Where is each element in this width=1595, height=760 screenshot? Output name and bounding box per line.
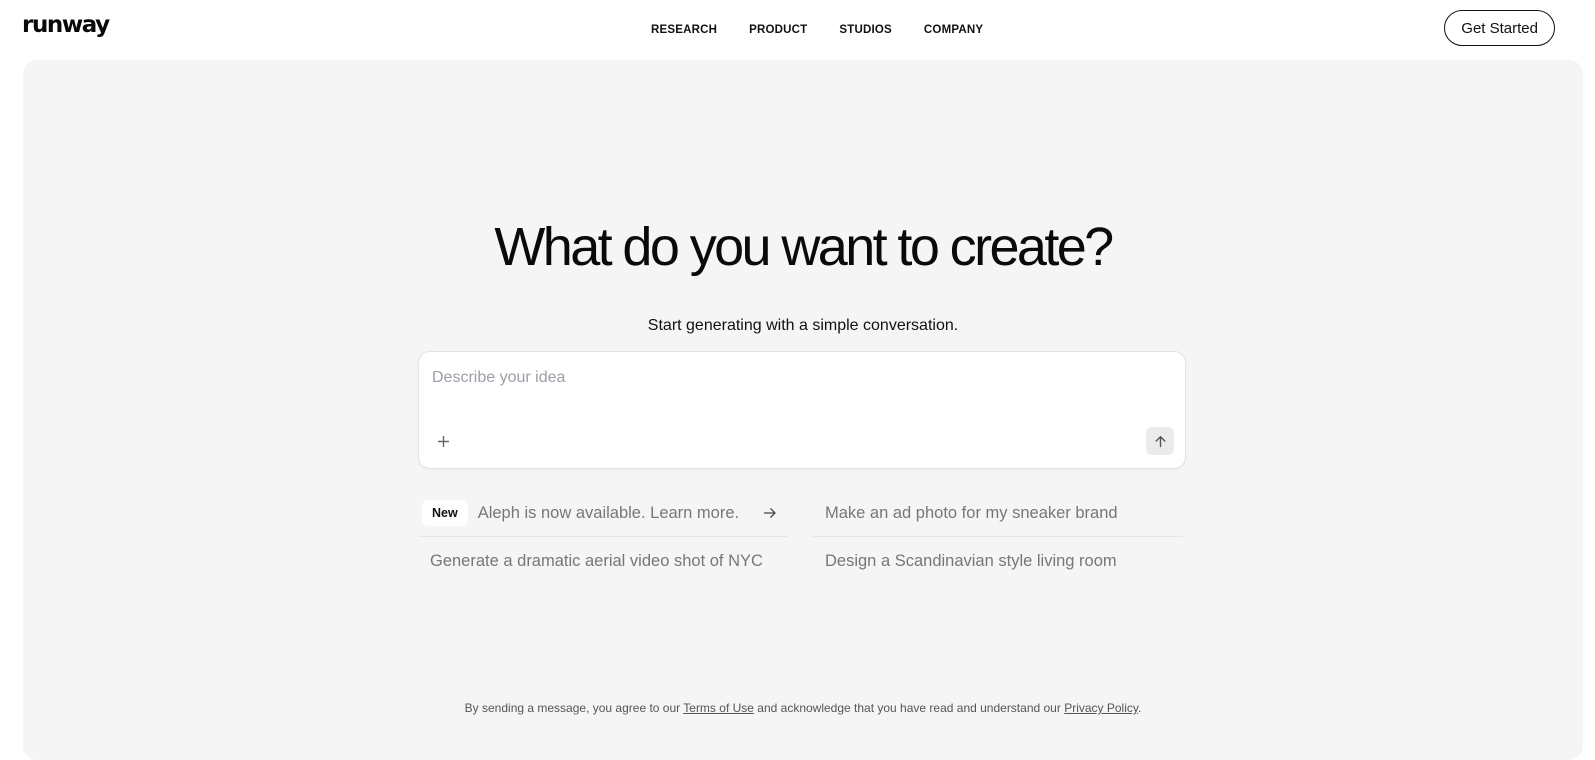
top-navigation-bar: runway RESEARCH PRODUCT STUDIOS COMPANY … [0, 0, 1595, 60]
announcement-text: Aleph is now available. Learn more. [477, 503, 740, 522]
legal-text-middle: and acknowledge that you have read and u… [753, 701, 1065, 715]
suggestion-item[interactable]: Generate a dramatic aerial video shot of… [418, 538, 788, 585]
privacy-policy-link[interactable]: Privacy Policy [1064, 701, 1138, 715]
add-attachment-button[interactable] [434, 432, 452, 450]
nav-item-studios[interactable]: STUDIOS [839, 24, 892, 36]
get-started-button[interactable]: Get Started [1444, 10, 1555, 46]
hero-subtitle: Start generating with a simple conversat… [647, 317, 959, 334]
terms-of-use-link[interactable]: Terms of Use [683, 701, 754, 715]
legal-text-after: . [1137, 701, 1142, 715]
nav-item-product[interactable]: PRODUCT [749, 24, 807, 36]
announcement-aleph[interactable]: New Aleph is now available. Learn more. [418, 490, 788, 537]
legal-notice: By sending a message, you agree to our T… [23, 701, 1583, 715]
suggestion-text: Design a Scandinavian style living room [825, 552, 1117, 570]
suggestion-item[interactable]: Make an ad photo for my sneaker brand [813, 490, 1183, 537]
new-badge: New [422, 500, 468, 526]
suggestion-item[interactable]: Design a Scandinavian style living room [813, 538, 1183, 585]
send-button[interactable] [1146, 427, 1174, 455]
arrow-right-icon [763, 508, 776, 518]
nav-item-company[interactable]: COMPANY [924, 24, 983, 36]
prompt-composer [418, 351, 1186, 469]
main-nav: RESEARCH PRODUCT STUDIOS COMPANY [651, 24, 1015, 36]
prompt-input[interactable] [432, 366, 1132, 390]
main-panel: What do you want to create? Start genera… [23, 60, 1583, 760]
hero-title: What do you want to create? [494, 217, 1114, 277]
nav-item-research[interactable]: RESEARCH [651, 24, 717, 36]
runway-logo[interactable]: runway [22, 12, 110, 38]
legal-text-before: By sending a message, you agree to our [464, 701, 684, 715]
suggestion-text: Make an ad photo for my sneaker brand [825, 503, 1118, 522]
plus-icon [437, 435, 449, 447]
suggestion-text: Generate a dramatic aerial video shot of… [430, 552, 763, 570]
arrow-up-icon [1155, 435, 1165, 447]
